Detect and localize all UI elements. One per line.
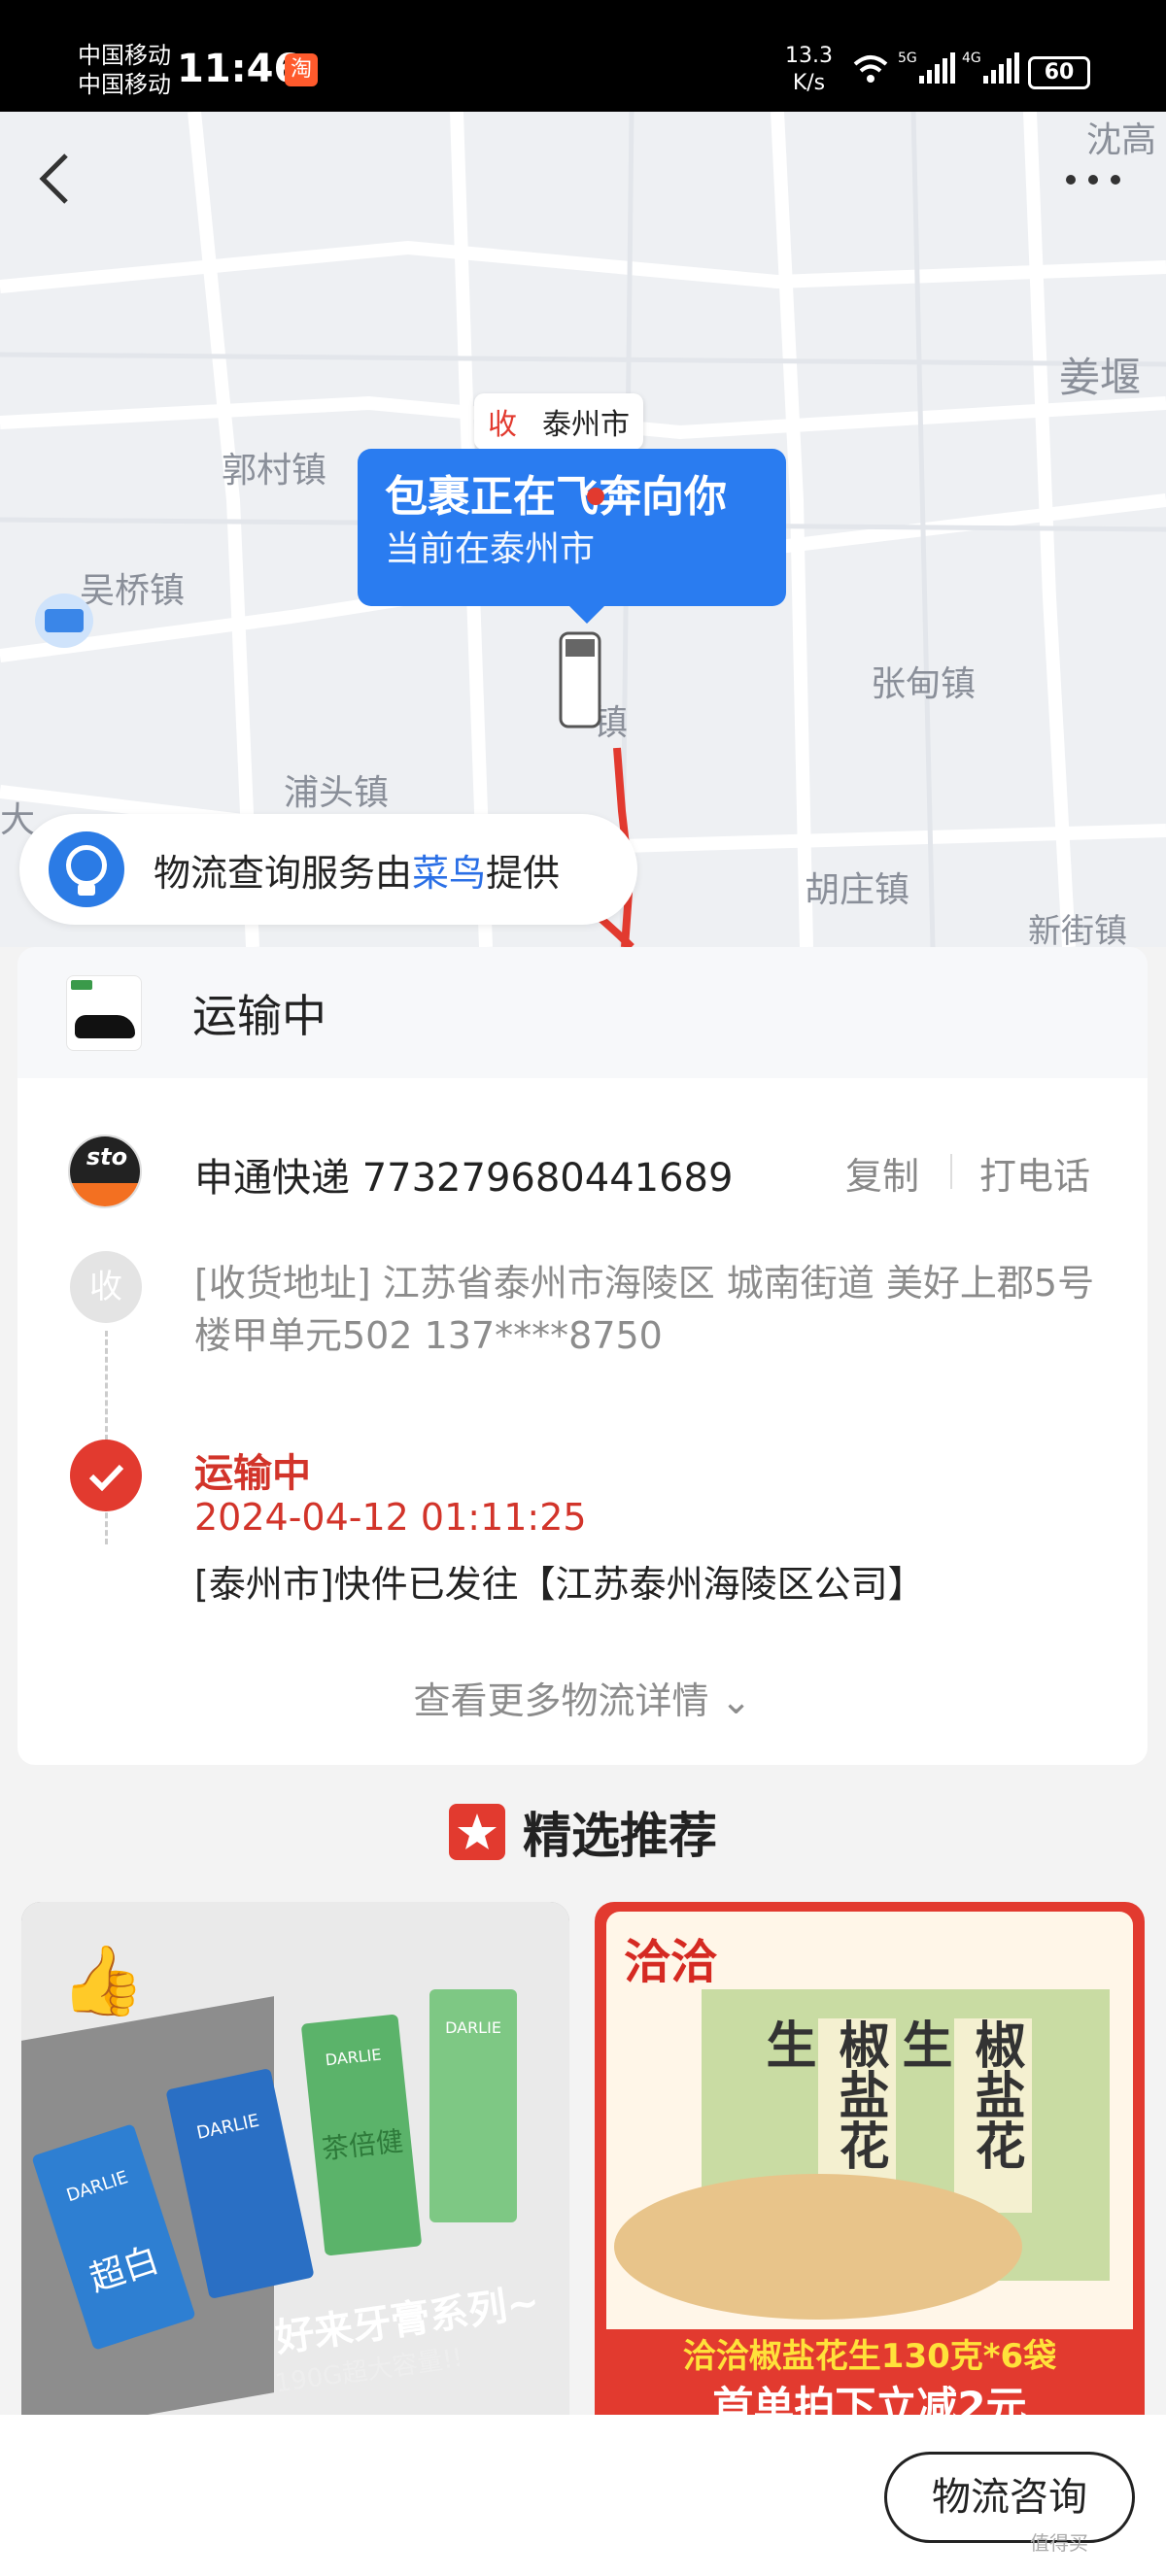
place-label: 姜堰 xyxy=(1059,354,1142,401)
truck-icon xyxy=(556,631,604,729)
star-icon xyxy=(449,1804,505,1860)
sto-logo-icon: sto xyxy=(68,1135,142,1208)
timeline-status: 运输中 xyxy=(194,1451,311,1496)
bubble-subtitle: 当前在泰州市 xyxy=(385,529,596,569)
thumbs-up-icon: 👍 xyxy=(60,1941,146,2020)
product2-promo: 首单拍下立减2元 xyxy=(712,2383,1027,2415)
package-marker-icon[interactable] xyxy=(35,593,93,648)
receive-city: 泰州市 xyxy=(542,408,630,442)
call-button[interactable]: 打电话 xyxy=(979,1146,1090,1200)
carrier-1: 中国移动 xyxy=(78,42,171,69)
status-bar: 中国移动 中国移动 11:46 淘 13.3 K/s 5G 4G 60 xyxy=(0,0,1166,112)
status-header[interactable]: 运输中 xyxy=(17,947,1148,1078)
place-label: 郭村镇 xyxy=(222,451,327,491)
logistics-consult-button[interactable]: 物流咨询 xyxy=(884,2452,1135,2543)
timeline-connector xyxy=(105,1331,108,1544)
product2-brand: 洽洽 xyxy=(624,1935,718,1989)
network-1: 5G xyxy=(898,51,917,66)
status-title: 运输中 xyxy=(192,989,326,1042)
logistics-detail-card: sto 申通快递 773279680441689 复制 打电话 收 [收货地址]… xyxy=(17,1078,1148,1765)
place-label: 新街镇 xyxy=(1028,912,1127,947)
net-speed-value: 13.3 xyxy=(785,44,833,68)
net-speed: 13.3 K/s xyxy=(785,43,833,97)
wifi-icon xyxy=(853,55,888,83)
place-label: 胡庄镇 xyxy=(805,870,910,910)
more-dots-icon xyxy=(1066,175,1120,185)
timeline-time: 2024-04-12 01:11:25 xyxy=(194,1496,587,1539)
courier-info: 申通快递 773279680441689 xyxy=(194,1156,734,1201)
more-button[interactable] xyxy=(1059,160,1127,199)
cainiao-logo-icon xyxy=(49,831,124,907)
product-card-peanuts[interactable]: 洽洽 椒盐花生 椒盐花生 洽洽椒盐花生130克*6袋 首单拍下立减2元 xyxy=(595,1902,1145,2415)
divider xyxy=(950,1154,952,1189)
product2-caption: 洽洽椒盐花生130克*6袋 xyxy=(682,2337,1057,2376)
product-card-toothpaste[interactable]: 👍 DARLIE 超白 DARLIE DARLIE 茶倍健 DARLIE 好来牙… xyxy=(21,1902,569,2415)
taobao-icon: 淘 xyxy=(285,53,318,86)
watermark: 值得买 xyxy=(1030,2531,1088,2555)
back-arrow-icon xyxy=(39,153,68,204)
status-bubble: 包裹正在飞奔向你 当前在泰州市 xyxy=(358,449,786,624)
clock: 11:46 xyxy=(177,47,301,91)
provider-text: 物流查询服务由菜鸟提供 xyxy=(154,851,561,895)
check-icon xyxy=(70,1440,142,1511)
place-label: 张甸镇 xyxy=(871,664,977,704)
place-label: 浦头镇 xyxy=(284,773,390,813)
bubble-title: 包裹正在飞奔向你 xyxy=(385,472,727,522)
back-button[interactable] xyxy=(29,144,87,212)
network-2: 4G xyxy=(962,51,981,66)
signal-icon-2 xyxy=(983,52,1019,84)
battery-icon: 60 xyxy=(1028,56,1090,89)
delivery-address: [收货地址] 江苏省泰州市海陵区 城南街道 美好上郡5号楼甲单元502 137*… xyxy=(194,1262,1095,1357)
place-label: 大 xyxy=(0,800,36,840)
recommend-header: 精选推荐 xyxy=(0,1797,1166,1867)
timeline-text: [泰州市]快件已发往【江苏泰州海陵区公司】 xyxy=(194,1563,925,1606)
recommend-title: 精选推荐 xyxy=(523,1808,717,1864)
carrier-2: 中国移动 xyxy=(78,71,171,98)
place-label: 吴桥镇 xyxy=(80,571,186,611)
receive-city-pin: 收 泰州市 xyxy=(474,393,643,450)
location-dot xyxy=(587,488,604,505)
net-speed-unit: K/s xyxy=(792,71,826,95)
copy-button[interactable]: 复制 xyxy=(845,1146,919,1200)
product-thumbnail[interactable] xyxy=(66,974,142,1051)
provider-pill[interactable]: 物流查询服务由菜鸟提供 xyxy=(19,814,637,925)
receive-badge: 收 xyxy=(488,408,517,442)
receive-address-icon: 收 xyxy=(70,1251,142,1323)
signal-icon-1 xyxy=(919,52,955,84)
place-label: 沈高 xyxy=(1086,120,1157,160)
more-details-link[interactable]: 查看更多物流详情 ⌄ xyxy=(17,1671,1148,1724)
cainiao-name: 菜鸟 xyxy=(412,851,487,895)
